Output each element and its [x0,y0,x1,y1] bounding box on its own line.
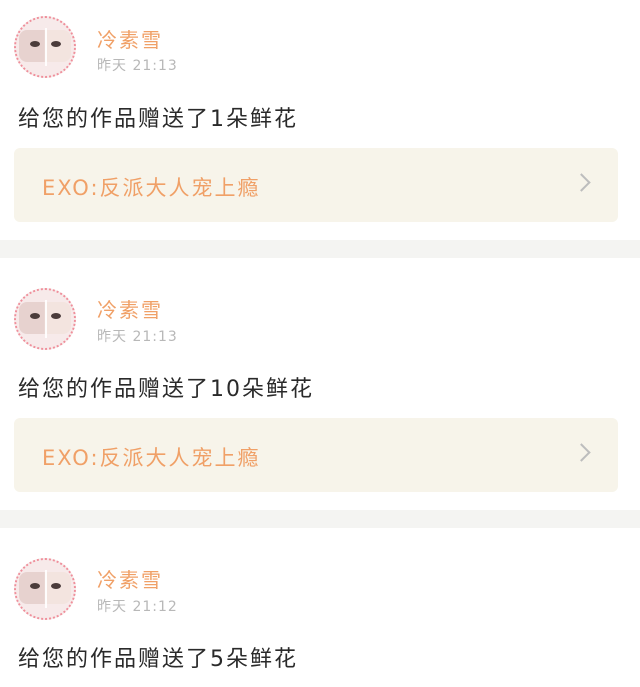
section-divider [0,240,640,258]
user-name[interactable]: 冷素雪 [97,294,163,323]
work-title: EXO:反派大人宠上瘾 [42,176,261,200]
avatar-frame [14,16,76,78]
gift-message: 给您的作品赠送了1朵鲜花 [18,107,298,132]
user-name[interactable]: 冷素雪 [97,24,163,53]
timestamp: 昨天 21:13 [97,58,178,74]
user-name[interactable]: 冷素雪 [97,564,163,593]
work-title: EXO:反派大人宠上瘾 [42,446,261,470]
avatar[interactable] [14,558,76,620]
gift-message: 给您的作品赠送了10朵鲜花 [18,377,314,402]
notification-card: 冷素雪 昨天 21:13 给您的作品赠送了10朵鲜花 EXO:反派大人宠上瘾 [0,258,640,510]
work-link-card[interactable]: EXO:反派大人宠上瘾 [14,148,618,222]
avatar-frame [14,288,76,350]
work-link-card[interactable]: EXO:反派大人宠上瘾 [14,418,618,492]
avatar-frame [14,558,76,620]
timestamp: 昨天 21:13 [97,329,178,345]
notification-card: 冷素雪 昨天 21:12 给您的作品赠送了5朵鲜花 [0,528,640,687]
timestamp: 昨天 21:12 [97,599,178,615]
gift-message: 给您的作品赠送了5朵鲜花 [18,647,298,672]
notification-card: 冷素雪 昨天 21:13 给您的作品赠送了1朵鲜花 EXO:反派大人宠上瘾 [0,0,640,240]
chevron-right-icon [572,173,591,192]
chevron-right-icon [572,443,591,462]
avatar[interactable] [14,288,76,350]
notification-feed: 冷素雪 昨天 21:13 给您的作品赠送了1朵鲜花 EXO:反派大人宠上瘾 冷素… [0,0,640,687]
avatar[interactable] [14,16,76,78]
section-divider [0,510,640,528]
